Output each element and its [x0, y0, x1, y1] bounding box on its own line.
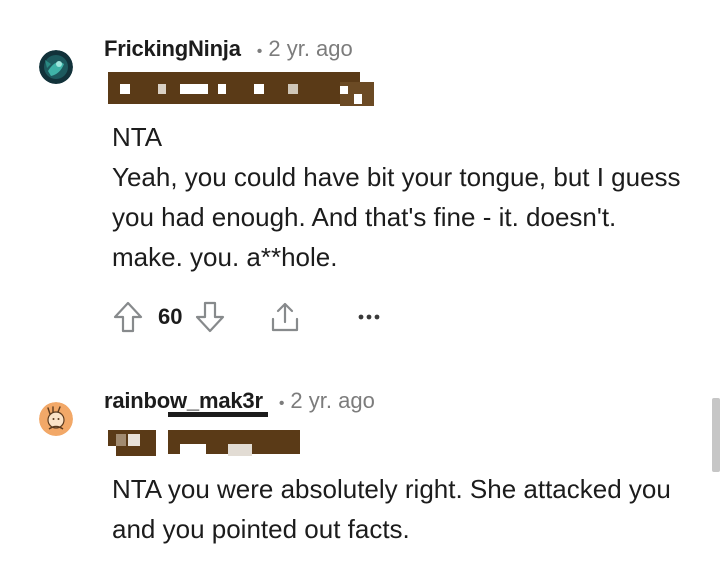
more-options-icon[interactable] [356, 312, 382, 322]
comment-paragraph: Yeah, you could have bit your tongue, bu… [112, 162, 681, 272]
scrollbar[interactable] [712, 398, 720, 472]
avatar[interactable] [39, 402, 73, 436]
comment-header: rainbow_mak3r • 2 yr. ago [104, 388, 375, 414]
user-flair-redacted [108, 412, 304, 458]
comment-paragraph: NTA [112, 122, 163, 152]
username-link[interactable]: rainbow_mak3r [104, 388, 263, 414]
comment-header: FrickingNinja • 2 yr. ago [104, 36, 353, 62]
comment-actions: 60 [112, 297, 382, 337]
comment-paragraph: NTA you were absolutely right. She attac… [112, 474, 671, 544]
downvote-icon[interactable] [194, 300, 226, 334]
avatar[interactable] [39, 50, 73, 84]
avatar-image [39, 402, 73, 436]
meta-separator: • [256, 43, 263, 60]
meta-separator: • [278, 395, 285, 412]
vote-count: 60 [158, 304, 183, 329]
timestamp: 2 yr. ago [290, 388, 375, 413]
avatar-image [39, 50, 73, 84]
username-link[interactable]: FrickingNinja [104, 36, 241, 62]
comment-body: NTA Yeah, you could have bit your tongue… [112, 117, 692, 277]
comment-thread: { "comments": [ { "username": "FrickingN… [0, 0, 720, 569]
share-icon[interactable] [268, 300, 302, 334]
comment-1: FrickingNinja • 2 yr. ago NTA Yeah, you … [0, 0, 720, 380]
timestamp: 2 yr. ago [268, 36, 353, 61]
user-flair-redacted [108, 68, 374, 108]
comment-2: rainbow_mak3r • 2 yr. ago NTA you were a… [0, 380, 720, 569]
upvote-icon[interactable] [112, 300, 144, 334]
comment-body: NTA you were absolutely right. She attac… [112, 469, 692, 549]
